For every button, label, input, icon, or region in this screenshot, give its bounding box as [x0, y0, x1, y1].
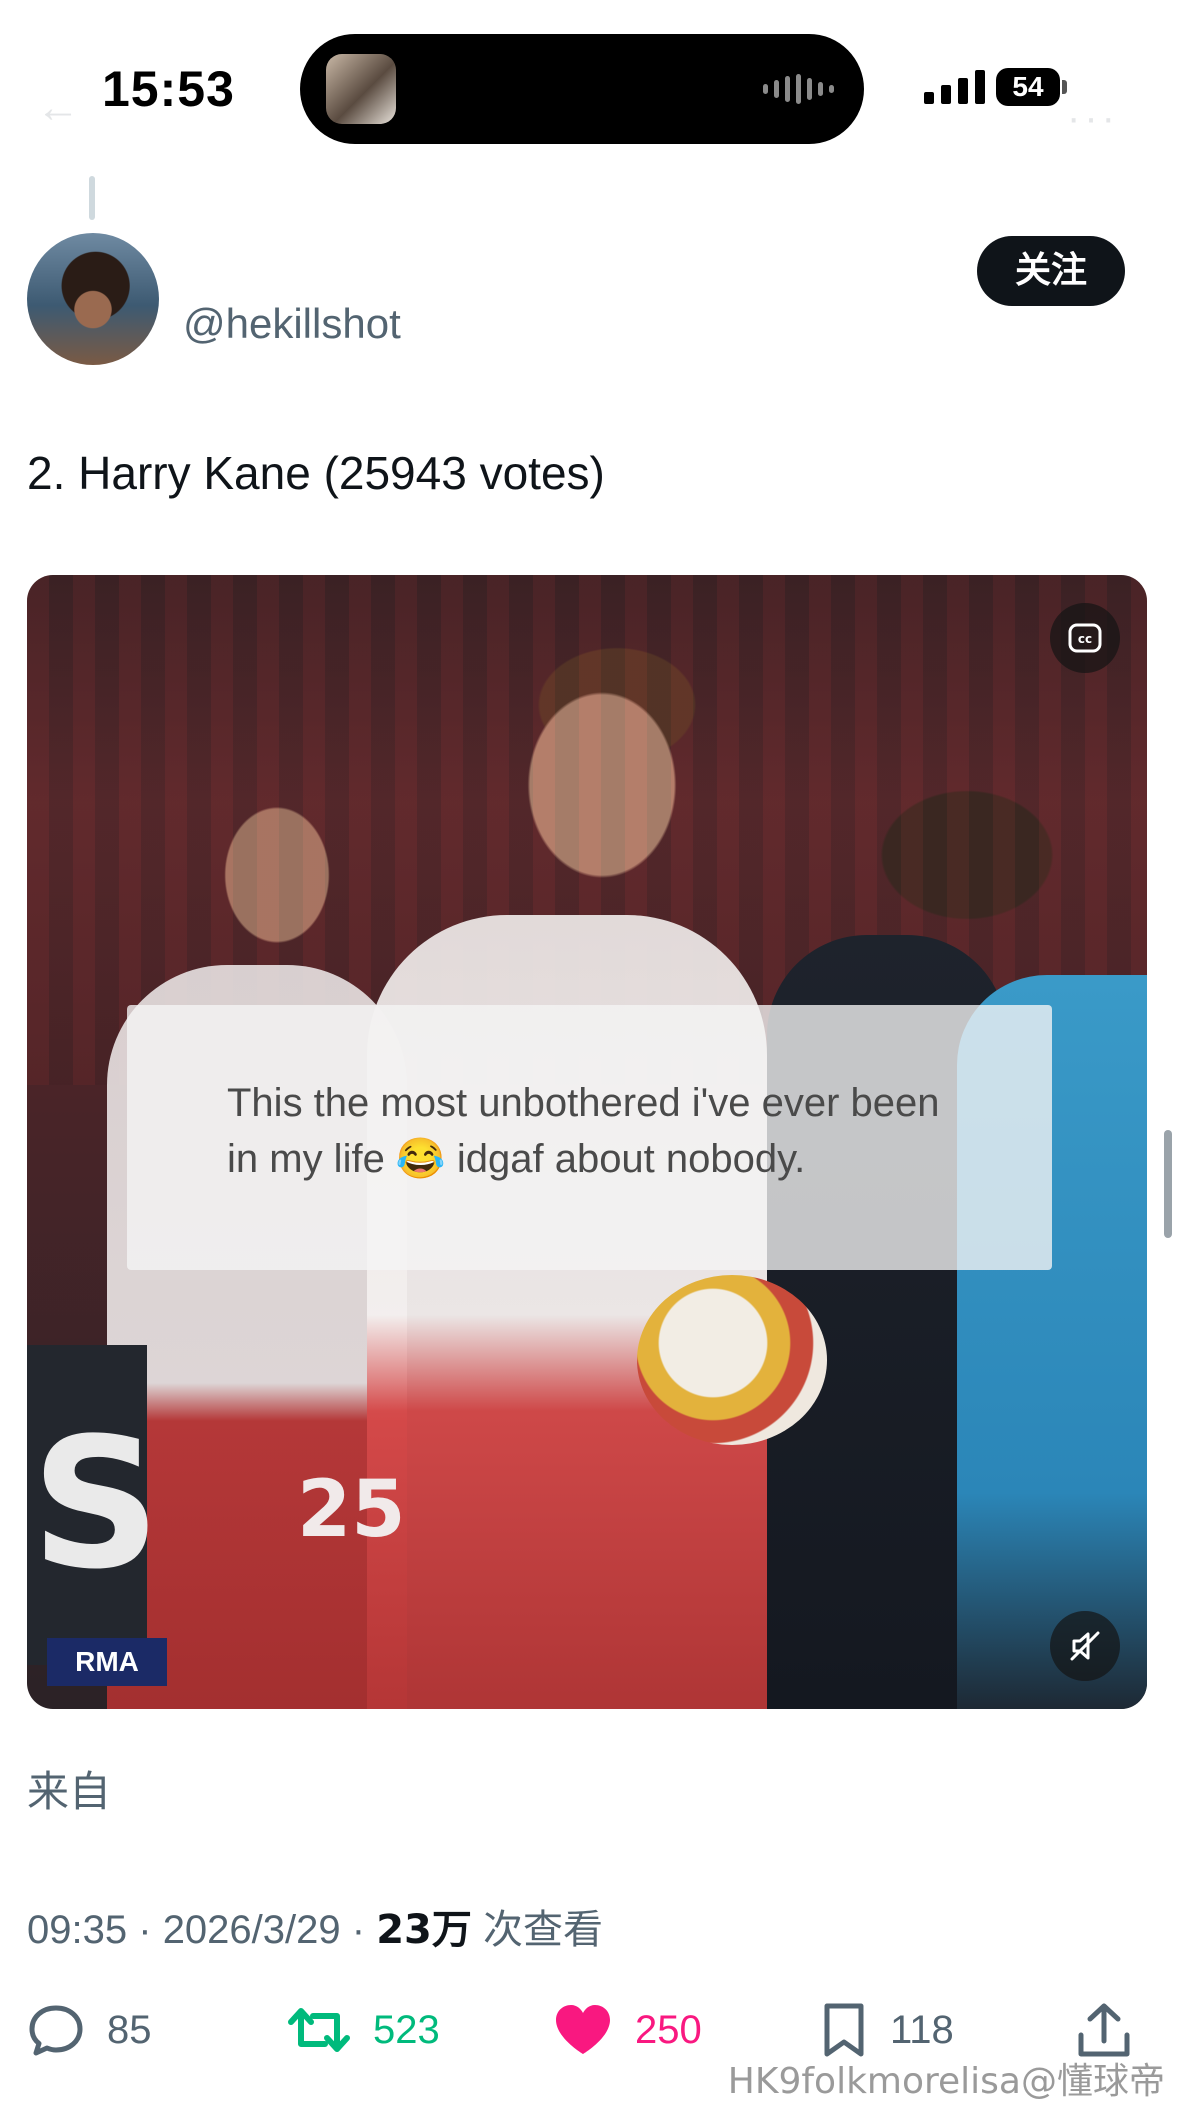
volume-muted-icon	[1070, 1631, 1100, 1661]
retweet-count: 523	[373, 2007, 440, 2052]
cellular-signal-icon	[924, 70, 985, 104]
share-icon	[1078, 2003, 1130, 2057]
follow-button[interactable]: 关注	[977, 236, 1125, 306]
video-ball	[637, 1275, 827, 1445]
source-label: 来自	[27, 1767, 112, 1816]
scoreboard-team-badge: RMA	[47, 1638, 167, 1686]
meta-separator: ·	[138, 1908, 152, 1952]
like-count: 250	[635, 2007, 702, 2052]
video-caption-overlay: This the most unbothered i've ever been …	[127, 1005, 1052, 1270]
dynamic-island[interactable]	[300, 34, 864, 144]
retweet-icon	[288, 2008, 350, 2052]
back-arrow-icon[interactable]: ←	[36, 86, 86, 130]
watermark: HK9folkmorelisa@懂球帝	[727, 2061, 1165, 2102]
avatar[interactable]	[27, 233, 159, 365]
battery-cap	[1062, 80, 1067, 94]
reply-button[interactable]: 85	[27, 1990, 152, 2070]
closed-captions-icon: cc	[1068, 623, 1102, 653]
reply-icon	[29, 2005, 83, 2056]
thread-connector-line	[89, 176, 95, 220]
svg-text:cc: cc	[1078, 632, 1092, 646]
heart-icon	[556, 2005, 610, 2054]
views-count: 23万	[376, 1907, 472, 1953]
views-label: 次查看	[483, 1907, 604, 1953]
tweet-meta: 09:35 · 2026/3/29 · 23万 次查看	[27, 1897, 603, 1955]
battery-indicator: 54	[996, 68, 1060, 106]
scrollbar[interactable]	[1164, 1130, 1172, 1238]
status-bar: ← 15:53 54 ···	[0, 0, 1179, 170]
now-playing-thumbnail	[326, 54, 396, 124]
bookmark-count: 118	[890, 2007, 954, 2052]
bookmark-icon	[824, 2003, 864, 2057]
video-caption-line-2: in my life 😂 idgaf about nobody.	[227, 1137, 806, 1181]
audio-waveform-icon	[763, 74, 834, 104]
mute-button[interactable]	[1050, 1611, 1120, 1681]
like-button[interactable]: 250	[553, 1990, 702, 2070]
tweet-time: 09:35	[27, 1908, 128, 1952]
meta-separator: ·	[351, 1908, 366, 1952]
closed-captions-button[interactable]: cc	[1050, 603, 1120, 673]
more-options-icon[interactable]: ···	[1067, 96, 1119, 141]
video-player[interactable]: S 25 This the most unbothered i've ever …	[27, 575, 1147, 1709]
tweet-date: 2026/3/29	[162, 1908, 341, 1952]
video-caption-line-1: This the most unbothered i've ever been	[227, 1081, 940, 1125]
status-time: 15:53	[102, 61, 235, 117]
video-board-letter: S	[27, 1345, 161, 1665]
video-shirt-number: 25	[297, 1465, 406, 1555]
tweet-text: 2. Harry Kane (25943 votes)	[27, 447, 605, 499]
author-handle[interactable]: @hekillshot	[183, 300, 401, 348]
reply-count: 85	[107, 2007, 152, 2052]
retweet-button[interactable]: 523	[287, 1990, 440, 2070]
